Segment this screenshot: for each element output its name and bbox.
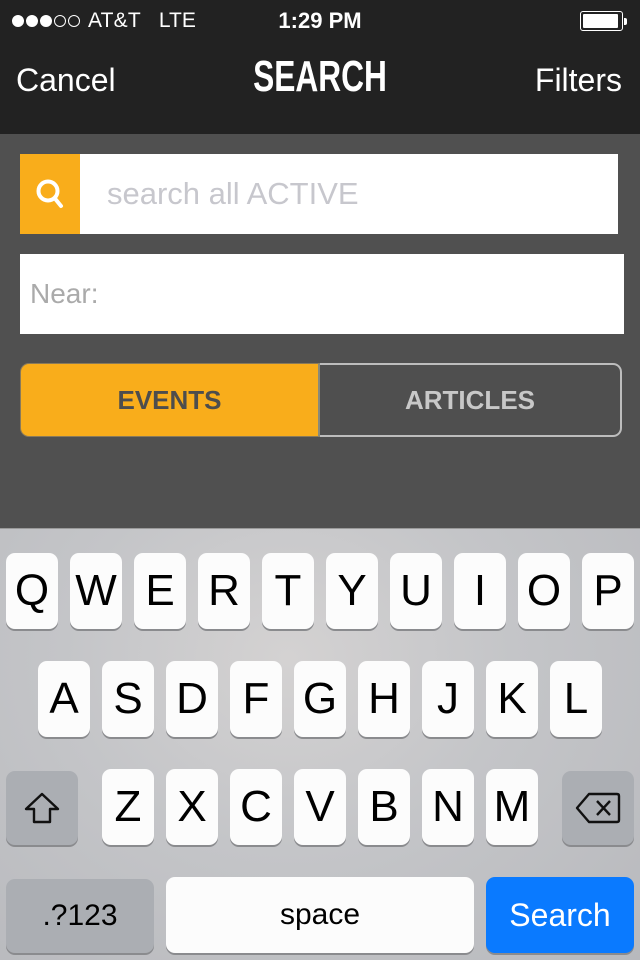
delete-key[interactable] [562,771,634,845]
search-return-key[interactable]: Search [486,877,634,953]
segment-events[interactable]: EVENTS [20,363,320,437]
key-p[interactable]: P [582,553,634,629]
key-q[interactable]: Q [6,553,58,629]
key-h[interactable]: H [358,661,410,737]
key-d[interactable]: D [166,661,218,737]
key-l[interactable]: L [550,661,602,737]
shift-key[interactable] [6,771,78,845]
key-o[interactable]: O [518,553,570,629]
key-w[interactable]: W [70,553,122,629]
network-type: LTE [158,9,196,32]
key-z[interactable]: Z [102,769,154,845]
key-y[interactable]: Y [326,553,378,629]
key-n[interactable]: N [422,769,474,845]
delete-icon [575,792,621,824]
search-icon-button[interactable] [20,154,80,234]
signal-dot [40,15,52,27]
signal-dot [54,15,66,27]
key-b[interactable]: B [358,769,410,845]
key-v[interactable]: V [294,769,346,845]
signal-dot [26,15,38,27]
key-m[interactable]: M [486,769,538,845]
page-title: SEARCH [253,52,387,101]
battery-body [580,11,623,31]
key-g[interactable]: G [294,661,346,737]
key-k[interactable]: K [486,661,538,737]
cancel-button[interactable]: Cancel [16,62,116,99]
content-type-segmented-control: EVENTS ARTICLES [20,363,622,437]
page-title-wrap: SEARCH [90,52,551,102]
carrier-name: AT&T [88,9,141,32]
near-input[interactable] [20,254,624,334]
segment-articles[interactable]: ARTICLES [320,363,622,437]
key-a[interactable]: A [38,661,90,737]
key-i[interactable]: I [454,553,506,629]
key-e[interactable]: E [134,553,186,629]
near-field [20,254,624,334]
key-f[interactable]: F [230,661,282,737]
numbers-key[interactable]: .?123 [6,879,154,953]
status-time: 1:29 PM [278,8,362,33]
search-input[interactable] [80,154,618,234]
signal-dot [68,15,80,27]
shift-icon [24,792,60,824]
key-s[interactable]: S [102,661,154,737]
battery-fill [583,14,619,28]
keyboard: .?123 space Search QWERTYUIOP ASDFGHJKL ZX… [0,528,640,960]
key-x[interactable]: X [166,769,218,845]
search-icon [36,179,63,208]
key-j[interactable]: J [422,661,474,737]
battery-nub [624,17,627,25]
key-c[interactable]: C [230,769,282,845]
top-bar: AT&T LTE 1:29 PM Cancel SEARCH Filters [0,0,640,134]
status-bar-left: AT&T LTE [12,7,196,35]
signal-dot [12,15,24,27]
space-key[interactable]: space [166,877,474,953]
filters-button[interactable]: Filters [535,62,622,99]
search-field [20,154,618,234]
key-r[interactable]: R [198,553,250,629]
key-t[interactable]: T [262,553,314,629]
battery-icon [580,10,628,32]
key-u[interactable]: U [390,553,442,629]
signal-strength-icon [12,15,80,27]
